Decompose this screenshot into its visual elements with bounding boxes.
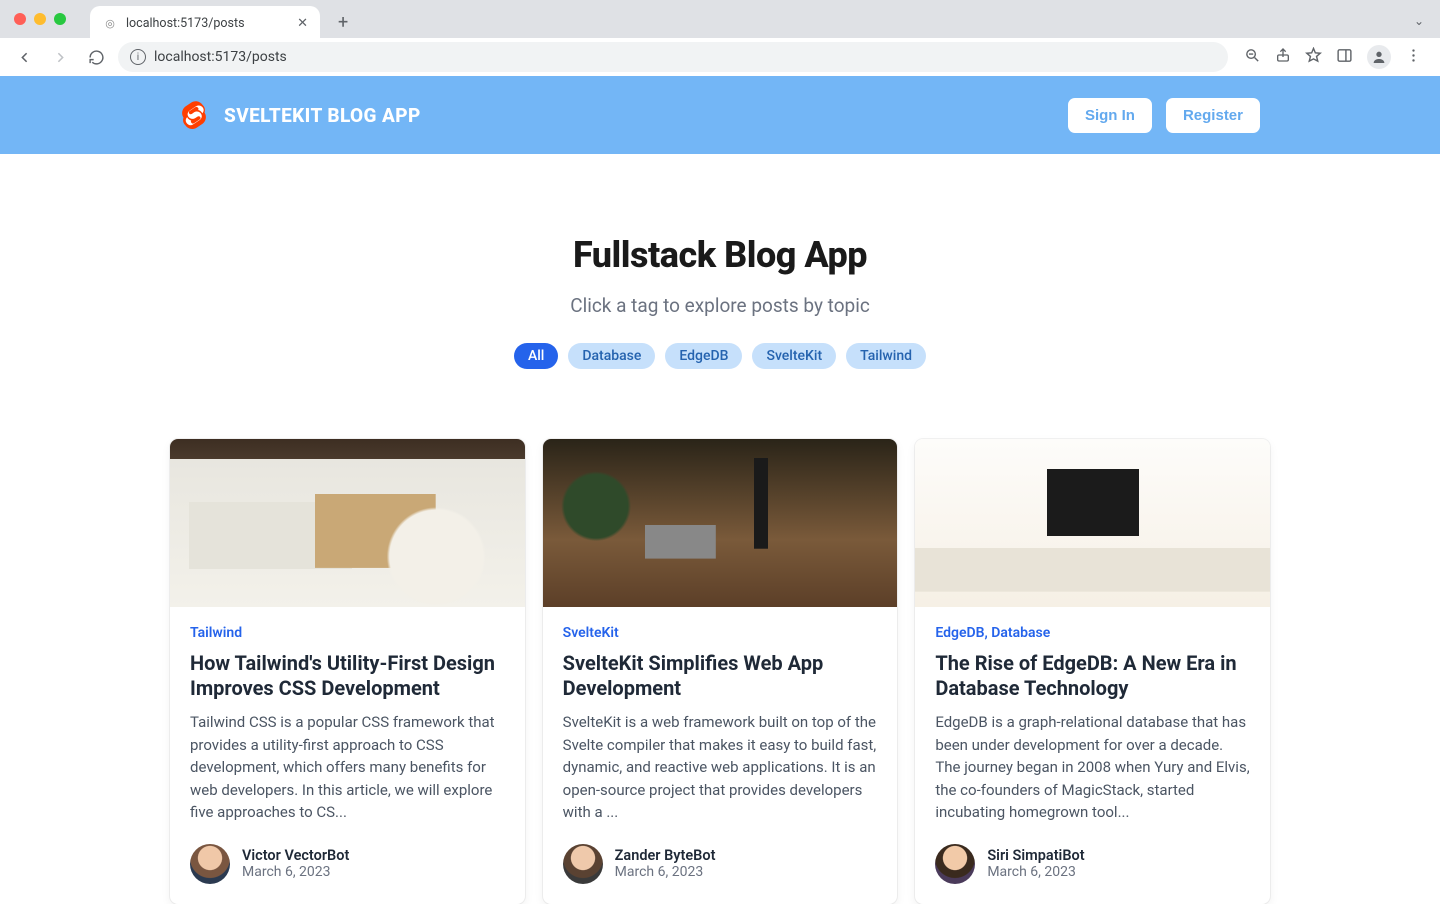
back-button[interactable] <box>10 43 38 71</box>
post-tag[interactable]: SvelteKit <box>563 625 878 641</box>
zoom-icon[interactable] <box>1244 47 1261 68</box>
post-excerpt: EdgeDB is a graph-relational database th… <box>935 711 1250 824</box>
author-name: Victor VectorBot <box>242 847 349 864</box>
post-excerpt: SvelteKit is a web framework built on to… <box>563 711 878 824</box>
tabs-dropdown-icon[interactable]: ⌄ <box>1414 14 1424 28</box>
posts-grid: Tailwind How Tailwind's Utility-First De… <box>150 439 1290 904</box>
new-tab-button[interactable]: + <box>338 12 348 33</box>
auth-buttons: Sign In Register <box>1068 98 1260 133</box>
page-title: Fullstack Blog App <box>20 234 1420 276</box>
post-date: March 6, 2023 <box>242 864 349 880</box>
hero: Fullstack Blog App Click a tag to explor… <box>0 154 1440 399</box>
post-date: March 6, 2023 <box>987 864 1084 880</box>
toolbar-right <box>1236 45 1430 69</box>
sign-in-button[interactable]: Sign In <box>1068 98 1152 133</box>
window-minimize-button[interactable] <box>34 13 46 25</box>
tab-favicon: ◎ <box>102 15 118 31</box>
register-button[interactable]: Register <box>1166 98 1260 133</box>
share-icon[interactable] <box>1275 47 1291 67</box>
svelte-logo-icon <box>180 101 208 129</box>
post-date: March 6, 2023 <box>615 864 716 880</box>
panel-icon[interactable] <box>1336 47 1353 68</box>
site-info-icon[interactable]: i <box>130 49 146 65</box>
post-card[interactable]: SvelteKit SvelteKit Simplifies Web App D… <box>543 439 898 904</box>
author-avatar <box>563 844 603 884</box>
brand-title: SVELTEKIT BLOG APP <box>224 104 421 127</box>
brand[interactable]: SVELTEKIT BLOG APP <box>180 101 421 129</box>
tag-all[interactable]: All <box>514 343 558 369</box>
forward-button[interactable] <box>46 43 74 71</box>
post-image <box>170 439 525 607</box>
tag-sveltekit[interactable]: SvelteKit <box>752 343 836 369</box>
author-avatar <box>190 844 230 884</box>
author-name: Zander ByteBot <box>615 847 716 864</box>
window-close-button[interactable] <box>14 13 26 25</box>
post-title[interactable]: The Rise of EdgeDB: A New Era in Databas… <box>935 651 1250 701</box>
browser-chrome: ◎ localhost:5173/posts ✕ + ⌄ i localhost… <box>0 0 1440 76</box>
tag-filter: All Database EdgeDB SvelteKit Tailwind <box>20 343 1420 369</box>
post-card[interactable]: EdgeDB, Database The Rise of EdgeDB: A N… <box>915 439 1270 904</box>
page-subtitle: Click a tag to explore posts by topic <box>20 294 1420 317</box>
profile-avatar-icon[interactable] <box>1367 45 1391 69</box>
tab-close-icon[interactable]: ✕ <box>297 16 308 31</box>
post-title[interactable]: SvelteKit Simplifies Web App Development <box>563 651 878 701</box>
chrome-toolbar: i localhost:5173/posts <box>0 38 1440 76</box>
post-image <box>543 439 898 607</box>
tag-edgedb[interactable]: EdgeDB <box>665 343 742 369</box>
tab-title: localhost:5173/posts <box>126 16 289 31</box>
post-image <box>915 439 1270 607</box>
tag-database[interactable]: Database <box>568 343 655 369</box>
post-meta: Zander ByteBot March 6, 2023 <box>563 844 878 884</box>
post-title[interactable]: How Tailwind's Utility-First Design Impr… <box>190 651 505 701</box>
post-tag[interactable]: EdgeDB, Database <box>935 625 1250 641</box>
author-avatar <box>935 844 975 884</box>
reload-button[interactable] <box>82 43 110 71</box>
window-controls <box>14 13 66 25</box>
post-excerpt: Tailwind CSS is a popular CSS framework … <box>190 711 505 824</box>
url-text: localhost:5173/posts <box>154 49 287 65</box>
post-card[interactable]: Tailwind How Tailwind's Utility-First De… <box>170 439 525 904</box>
address-bar[interactable]: i localhost:5173/posts <box>118 42 1228 72</box>
window-maximize-button[interactable] <box>54 13 66 25</box>
tag-tailwind[interactable]: Tailwind <box>846 343 926 369</box>
post-tag[interactable]: Tailwind <box>190 625 505 641</box>
browser-tab[interactable]: ◎ localhost:5173/posts ✕ <box>90 6 320 40</box>
post-meta: Victor VectorBot March 6, 2023 <box>190 844 505 884</box>
chrome-tabstrip: ◎ localhost:5173/posts ✕ + ⌄ <box>0 0 1440 38</box>
author-name: Siri SimpatiBot <box>987 847 1084 864</box>
bookmark-icon[interactable] <box>1305 47 1322 68</box>
app-header: SVELTEKIT BLOG APP Sign In Register <box>0 76 1440 154</box>
menu-icon[interactable] <box>1405 47 1422 68</box>
post-meta: Siri SimpatiBot March 6, 2023 <box>935 844 1250 884</box>
